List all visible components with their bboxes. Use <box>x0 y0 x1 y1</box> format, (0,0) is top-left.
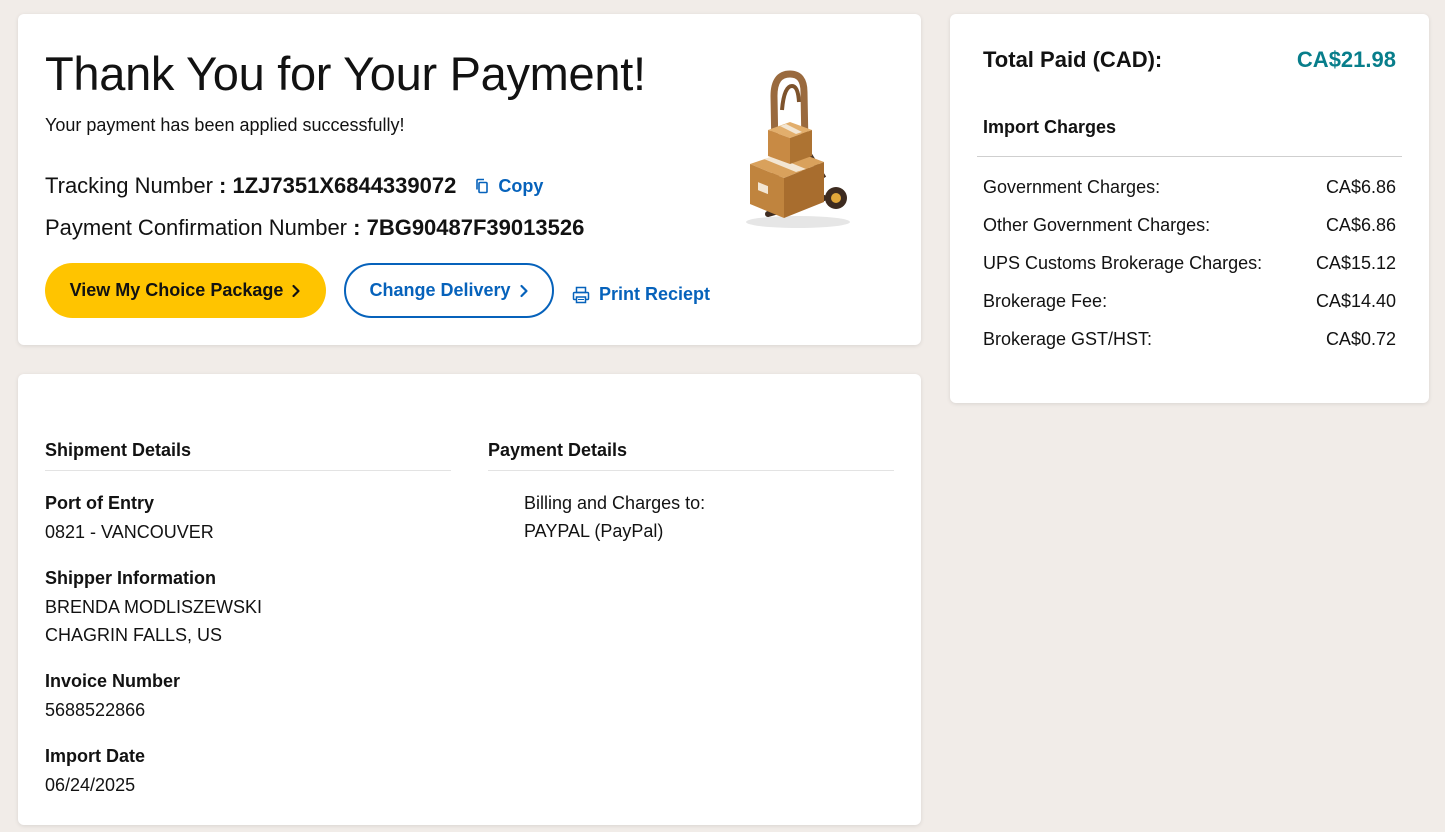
copy-icon <box>476 178 489 194</box>
payment-confirmation-card: Thank You for Your Payment! Your payment… <box>18 14 921 345</box>
charge-value: CA$14.40 <box>1315 291 1396 311</box>
port-of-entry-label: Port of Entry <box>45 493 155 513</box>
page-title: Thank You for Your Payment! <box>45 47 646 100</box>
total-paid-row: Total Paid (CAD): CA$21.98 <box>983 47 1396 73</box>
tracking-number-label: Tracking Number <box>45 173 213 198</box>
billing-value: PAYPAL (PayPal) <box>524 521 664 541</box>
shipper-location: CHAGRIN FALLS, US <box>45 625 223 645</box>
confirmation-number-row: Payment Confirmation Number : 7BG90487F3… <box>45 215 584 241</box>
print-receipt-label: Print Reciept <box>599 284 711 304</box>
charge-row: Brokerage Fee: CA$14.40 <box>983 291 1396 312</box>
payment-summary-card: Total Paid (CAD): CA$21.98 Import Charge… <box>950 14 1429 403</box>
charge-label: Brokerage Fee: <box>983 291 1108 311</box>
import-date-label: Import Date <box>45 746 146 766</box>
charge-value: CA$6.86 <box>1325 215 1396 235</box>
change-delivery-button[interactable]: Change Delivery <box>344 263 554 318</box>
shipment-details-heading: Shipment Details <box>45 440 451 471</box>
charge-row: UPS Customs Brokerage Charges: CA$15.12 <box>983 253 1396 274</box>
chevron-right-icon <box>519 284 528 297</box>
separator: : <box>212 173 233 198</box>
print-receipt-button[interactable]: Print Reciept <box>572 284 710 305</box>
copy-tracking-button[interactable]: Copy <box>474 176 543 197</box>
divider <box>977 156 1402 157</box>
charge-row: Government Charges: CA$6.86 <box>983 177 1396 198</box>
charge-label: Brokerage GST/HST: <box>983 329 1153 349</box>
charge-value: CA$0.72 <box>1325 329 1396 349</box>
charge-value: CA$6.86 <box>1325 177 1396 197</box>
printer-icon <box>572 286 590 303</box>
hand-truck-boxes-illustration <box>746 70 850 228</box>
invoice-number-label: Invoice Number <box>45 671 181 691</box>
confirmation-number-label: Payment Confirmation Number <box>45 215 348 240</box>
confirmation-number-value: 7BG90487F39013526 <box>366 215 585 240</box>
charge-row: Other Government Charges: CA$6.86 <box>983 215 1396 236</box>
shipper-information-label: Shipper Information <box>45 568 216 588</box>
port-of-entry-value: 0821 - VANCOUVER <box>45 522 214 542</box>
charge-label: Government Charges: <box>983 177 1161 197</box>
charge-row: Brokerage GST/HST: CA$0.72 <box>983 329 1396 350</box>
charge-label: UPS Customs Brokerage Charges: <box>983 253 1263 273</box>
details-card: Shipment Details Payment Details Port of… <box>18 374 921 825</box>
view-package-label: View My Choice Package <box>69 280 284 300</box>
shipper-name: BRENDA MODLISZEWSKI <box>45 597 263 617</box>
success-message: Your payment has been applied successful… <box>45 115 405 135</box>
total-paid-value: CA$21.98 <box>1296 47 1396 72</box>
tracking-number-row: Tracking Number : 1ZJ7351X6844339072 Cop… <box>45 173 543 199</box>
import-charges-heading: Import Charges <box>983 117 1117 137</box>
copy-label: Copy <box>498 175 544 196</box>
total-paid-label: Total Paid (CAD): <box>983 47 1163 72</box>
chevron-right-icon <box>292 284 300 297</box>
change-delivery-label: Change Delivery <box>369 280 511 300</box>
payment-details-heading: Payment Details <box>488 440 894 471</box>
billing-label: Billing and Charges to: <box>524 493 706 513</box>
charge-value: CA$15.12 <box>1315 253 1396 273</box>
separator: : <box>347 215 367 240</box>
view-my-choice-package-button[interactable]: View My Choice Package <box>45 263 326 318</box>
charge-label: Other Government Charges: <box>983 215 1211 235</box>
import-date-value: 06/24/2025 <box>45 775 136 795</box>
tracking-number-value: 1ZJ7351X6844339072 <box>232 173 457 198</box>
invoice-number-value: 5688522866 <box>45 700 146 720</box>
